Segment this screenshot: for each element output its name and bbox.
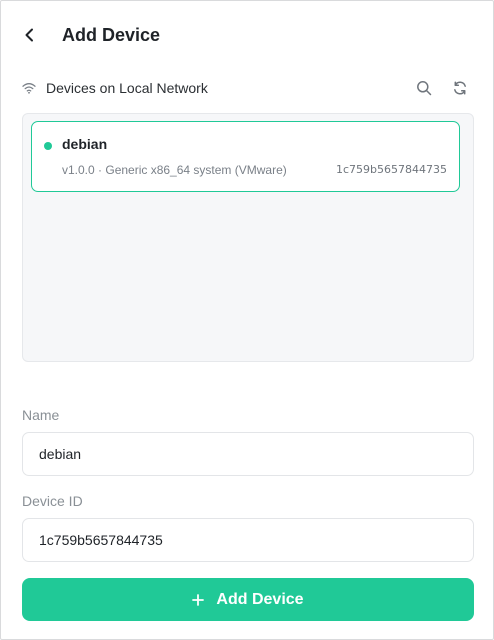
device-id-input[interactable]	[22, 518, 474, 562]
device-id-field-label: Device ID	[22, 493, 83, 509]
name-input[interactable]	[22, 432, 474, 476]
device-name: debian	[62, 136, 108, 152]
add-device-button[interactable]: Add Device	[22, 578, 474, 621]
device-list-panel: debian v1.0.0 · Generic x86_64 system (V…	[22, 113, 474, 362]
device-card-debian[interactable]: debian v1.0.0 · Generic x86_64 system (V…	[31, 121, 460, 192]
device-description: v1.0.0 · Generic x86_64 system (VMware)	[62, 163, 287, 177]
device-id-label: 1c759b5657844735	[335, 163, 447, 176]
refresh-icon	[454, 81, 466, 95]
page-header: Add Device	[24, 22, 160, 48]
section-title: Devices on Local Network	[46, 80, 208, 96]
name-field-label: Name	[22, 407, 60, 423]
network-section-header: Devices on Local Network	[22, 76, 472, 100]
search-icon	[417, 81, 432, 96]
chevron-left-icon	[25, 28, 33, 42]
add-device-label: Add Device	[216, 590, 304, 608]
section-actions	[414, 78, 472, 98]
online-status-dot	[44, 142, 52, 150]
refresh-button[interactable]	[450, 78, 470, 98]
plus-icon	[192, 593, 206, 607]
search-button[interactable]	[414, 78, 434, 98]
wifi-icon	[22, 80, 38, 96]
back-button[interactable]	[24, 23, 48, 47]
page-title: Add Device	[62, 24, 161, 45]
